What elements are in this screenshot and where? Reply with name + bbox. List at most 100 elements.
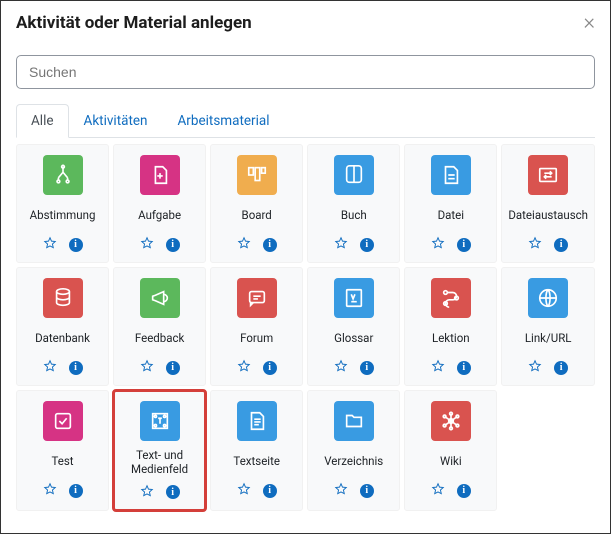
- star-icon[interactable]: [43, 481, 57, 500]
- info-icon[interactable]: i: [360, 484, 374, 498]
- close-icon[interactable]: ×: [583, 10, 595, 35]
- activity-meta: i: [528, 235, 568, 254]
- activity-meta: i: [431, 358, 471, 377]
- activity-label: Dateiaustausch: [506, 203, 590, 229]
- activity-label: Datei: [436, 203, 466, 229]
- star-icon[interactable]: [334, 481, 348, 500]
- activity-lektion[interactable]: Lektion i: [404, 267, 497, 386]
- file-plus-icon: [140, 155, 180, 195]
- page-icon: [237, 401, 277, 441]
- info-icon[interactable]: i: [69, 361, 83, 375]
- star-icon[interactable]: [237, 358, 251, 377]
- star-icon[interactable]: [43, 235, 57, 254]
- search-input[interactable]: [16, 55, 595, 89]
- info-icon[interactable]: i: [554, 361, 568, 375]
- activity-aufgabe[interactable]: Aufgabe i: [113, 144, 206, 263]
- star-icon[interactable]: [334, 358, 348, 377]
- globe-icon: [528, 278, 568, 318]
- activity-text-medienfeld[interactable]: Text- und Medienfeld i: [113, 390, 206, 511]
- activity-meta: i: [334, 235, 374, 254]
- path-icon: [431, 278, 471, 318]
- info-icon[interactable]: i: [263, 238, 277, 252]
- activity-meta: i: [237, 235, 277, 254]
- activity-abstimmung[interactable]: Abstimmung i: [16, 144, 109, 263]
- activity-board[interactable]: Boardi: [210, 144, 303, 263]
- star-icon[interactable]: [140, 483, 154, 502]
- activity-label: Feedback: [133, 326, 186, 352]
- star-icon[interactable]: [431, 235, 445, 254]
- activity-label: Verzeichnis: [322, 449, 385, 475]
- activity-meta: i: [334, 358, 374, 377]
- tab-aktivitäten[interactable]: Aktivitäten: [69, 104, 163, 138]
- info-icon[interactable]: i: [457, 238, 471, 252]
- info-icon[interactable]: i: [263, 484, 277, 498]
- glossar-icon: [334, 278, 374, 318]
- star-icon[interactable]: [43, 358, 57, 377]
- star-icon[interactable]: [431, 358, 445, 377]
- activity-label: Datenbank: [33, 326, 92, 352]
- tabs: AlleAktivitätenArbeitsmaterial: [16, 103, 595, 138]
- activity-label: Test: [49, 449, 75, 475]
- tab-alle[interactable]: Alle: [16, 104, 69, 138]
- info-icon[interactable]: i: [457, 484, 471, 498]
- fork-icon: [43, 155, 83, 195]
- info-icon[interactable]: i: [166, 238, 180, 252]
- modal-header: Aktivität oder Material anlegen ×: [2, 2, 609, 43]
- activity-glossar[interactable]: Glossari: [307, 267, 400, 386]
- activity-meta: i: [528, 358, 568, 377]
- activity-meta: i: [431, 481, 471, 500]
- activity-linkurl[interactable]: Link/URL i: [501, 267, 595, 386]
- activity-grid: AbstimmungiAufgabeiBoardiBuchiDateiiDate…: [16, 144, 595, 511]
- check-icon: [43, 401, 83, 441]
- network-icon: [431, 401, 471, 441]
- activity-label: Aufgabe: [136, 203, 183, 229]
- tab-arbeitsmaterial[interactable]: Arbeitsmaterial: [163, 104, 285, 138]
- megaphone-icon: [140, 278, 180, 318]
- activity-label: Lektion: [430, 326, 472, 352]
- info-icon[interactable]: i: [263, 361, 277, 375]
- star-icon[interactable]: [528, 235, 542, 254]
- activity-wiki[interactable]: Wiki i: [404, 390, 497, 511]
- activity-verzeichnis[interactable]: Verzeichnis i: [307, 390, 400, 511]
- activity-forum[interactable]: Forum i: [210, 267, 303, 386]
- exchange-icon: [528, 155, 568, 195]
- star-icon[interactable]: [431, 481, 445, 500]
- star-icon[interactable]: [140, 358, 154, 377]
- activity-meta: i: [237, 358, 277, 377]
- activity-label: Wiki: [438, 449, 464, 475]
- star-icon[interactable]: [237, 235, 251, 254]
- activity-datenbank[interactable]: Datenbank i: [16, 267, 109, 386]
- info-icon[interactable]: i: [166, 361, 180, 375]
- activity-meta: i: [334, 481, 374, 500]
- info-icon[interactable]: i: [457, 361, 471, 375]
- activity-label: Link/URL: [523, 326, 574, 352]
- info-icon[interactable]: i: [69, 238, 83, 252]
- activity-meta: i: [43, 235, 83, 254]
- folder-icon: [334, 401, 374, 441]
- modal-title: Aktivität oder Material anlegen: [16, 13, 252, 33]
- activity-label: Text- und Medienfeld: [118, 449, 201, 477]
- info-icon[interactable]: i: [69, 484, 83, 498]
- info-icon[interactable]: i: [554, 238, 568, 252]
- activity-buch[interactable]: Buch i: [307, 144, 400, 263]
- activity-textseite[interactable]: Textseitei: [210, 390, 303, 511]
- activity-label: Abstimmung: [28, 203, 98, 229]
- activity-test[interactable]: Test i: [16, 390, 109, 511]
- info-icon[interactable]: i: [360, 238, 374, 252]
- activity-label: Forum: [238, 326, 275, 352]
- activity-label: Buch: [339, 203, 369, 229]
- info-icon[interactable]: i: [360, 361, 374, 375]
- activity-meta: i: [140, 358, 180, 377]
- activity-meta: i: [140, 483, 180, 502]
- modal-body: AlleAktivitätenArbeitsmaterial Abstimmun…: [2, 43, 609, 523]
- star-icon[interactable]: [528, 358, 542, 377]
- info-icon[interactable]: i: [166, 485, 180, 499]
- star-icon[interactable]: [140, 235, 154, 254]
- star-icon[interactable]: [334, 235, 348, 254]
- activity-datei[interactable]: Datei i: [404, 144, 497, 263]
- activity-dateiaustausch[interactable]: Dateiaustausch i: [501, 144, 595, 263]
- activity-meta: i: [237, 481, 277, 500]
- activity-feedback[interactable]: Feedback i: [113, 267, 206, 386]
- file-icon: [431, 155, 471, 195]
- star-icon[interactable]: [237, 481, 251, 500]
